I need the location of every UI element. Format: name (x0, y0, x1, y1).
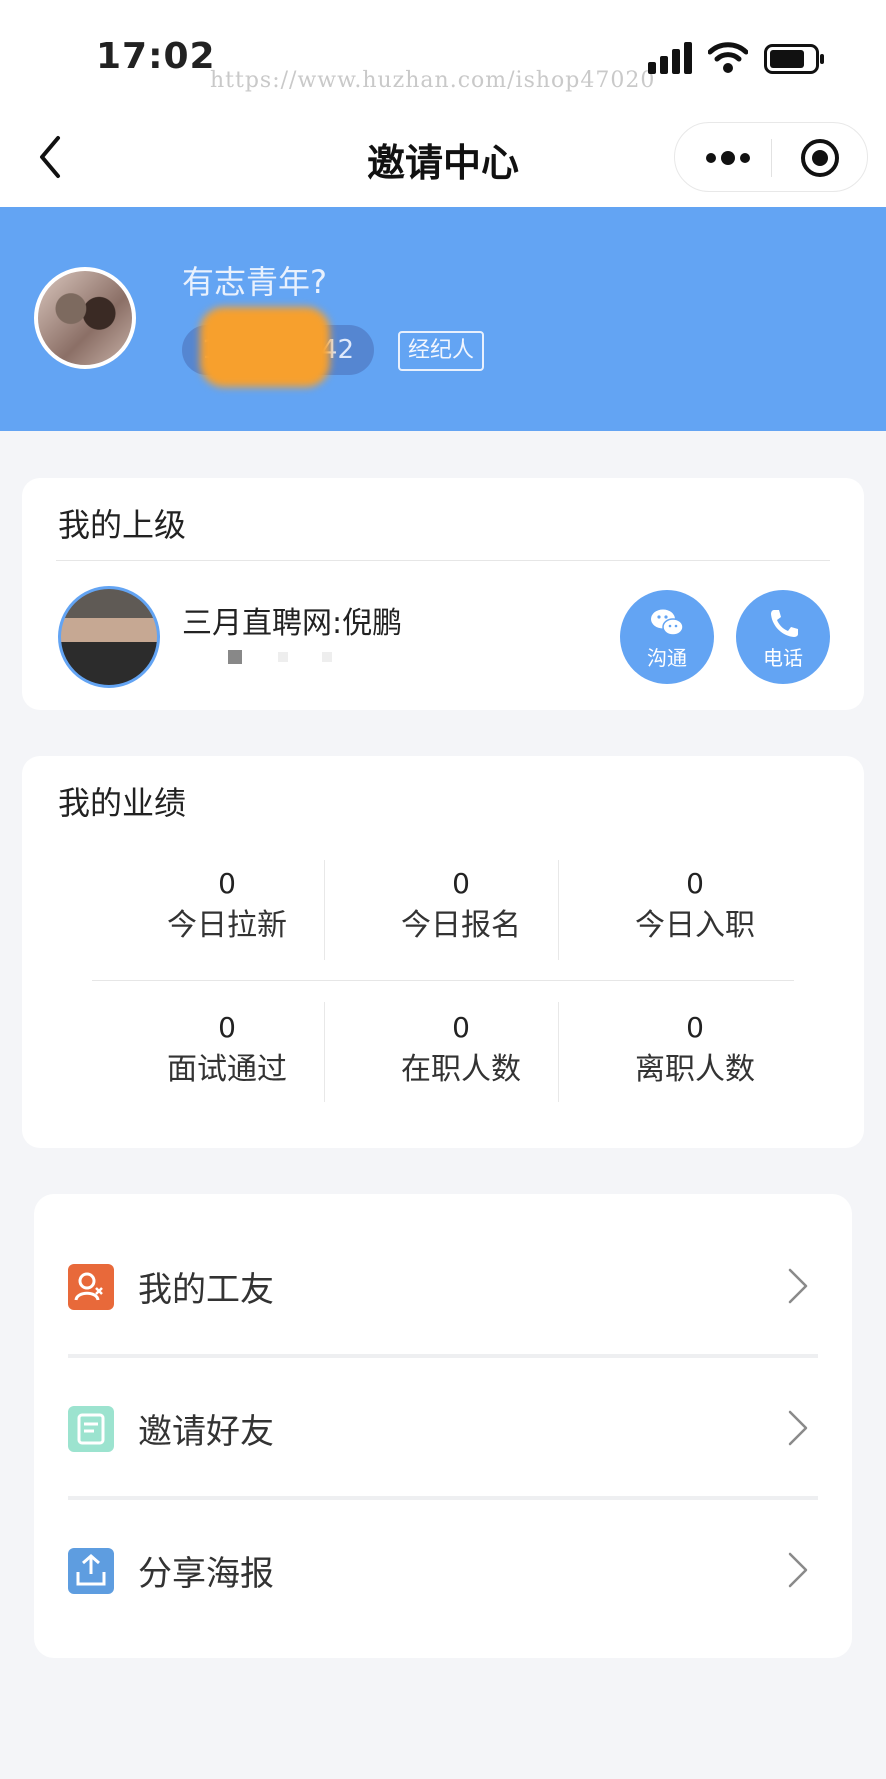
call-label: 电话 (763, 646, 803, 670)
stat-value: 0 (452, 1011, 470, 1044)
mini-program-capsule (674, 122, 868, 192)
stat-label: 在职人数 (401, 1052, 521, 1087)
performance-title: 我的业绩 (58, 784, 187, 822)
share-icon (68, 1548, 114, 1594)
superior-subtext-mask (278, 652, 288, 662)
phone-number: 1 42 (182, 307, 374, 387)
avatar[interactable] (34, 267, 136, 369)
stat-value: 0 (452, 867, 470, 900)
profile-banner: 有志青年? 1 42 经纪人 (0, 207, 886, 431)
chevron-right-icon (788, 1268, 808, 1304)
nav-bar: 邀请中心 (0, 110, 886, 207)
workmates-icon (68, 1264, 114, 1310)
call-button[interactable]: 电话 (736, 590, 830, 684)
stat-label: 今日入职 (635, 908, 755, 943)
stat-label: 今日报名 (401, 908, 521, 943)
superior-subtext-mask (228, 650, 242, 664)
user-name: 有志青年? (182, 263, 327, 301)
divider (56, 560, 830, 561)
status-time: 17:02 (96, 36, 216, 77)
stat-item: 0 今日拉新 (110, 864, 344, 948)
wechat-icon (651, 609, 684, 636)
menu-card: 我的工友 邀请好友 分享海报 (34, 1194, 852, 1658)
menu-item-workmates[interactable]: 我的工友 (34, 1214, 852, 1354)
menu-label: 邀请好友 (138, 1412, 274, 1452)
divider (324, 1002, 325, 1102)
stat-item: 0 今日报名 (344, 864, 578, 948)
stat-value: 0 (686, 867, 704, 900)
chat-label: 沟通 (647, 646, 687, 670)
chat-button[interactable]: 沟通 (620, 590, 714, 684)
menu-item-share-poster[interactable]: 分享海报 (34, 1498, 852, 1638)
wifi-icon (708, 42, 748, 73)
stat-label: 今日拉新 (167, 908, 287, 943)
superior-subtext-mask (322, 652, 332, 662)
stat-value: 0 (686, 1011, 704, 1044)
divider (558, 860, 559, 960)
stat-item: 0 在职人数 (344, 1008, 578, 1092)
superior-card: 我的上级 三月直聘网:倪鹏 沟通 电话 (22, 478, 864, 710)
invite-icon (68, 1406, 114, 1452)
capsule-divider (771, 139, 772, 177)
menu-item-invite[interactable]: 邀请好友 (34, 1356, 852, 1496)
performance-card: 我的业绩 0 今日拉新 0 今日报名 0 今日入职 0 面试通过 0 在职人数 … (22, 756, 864, 1148)
menu-label: 我的工友 (138, 1270, 274, 1310)
superior-title: 我的上级 (58, 506, 187, 544)
stat-item: 0 面试通过 (110, 1008, 344, 1092)
battery-icon (764, 44, 824, 74)
role-badge: 经纪人 (398, 331, 485, 371)
superior-name: 三月直聘网:倪鹏 (182, 606, 403, 641)
stat-label: 面试通过 (167, 1052, 287, 1087)
stat-value: 0 (218, 867, 236, 900)
chevron-right-icon (788, 1552, 808, 1588)
status-bar: 17:02 https://www.huzhan.com/ishop47020 (0, 0, 886, 110)
divider (324, 860, 325, 960)
superior-avatar (58, 586, 160, 688)
chevron-right-icon (788, 1410, 808, 1446)
menu-label: 分享海报 (138, 1554, 274, 1594)
more-icon[interactable] (703, 145, 753, 171)
target-icon[interactable] (799, 137, 841, 179)
watermark: https://www.huzhan.com/ishop47020 (210, 68, 656, 93)
signal-icon (648, 42, 692, 74)
stat-value: 0 (218, 1011, 236, 1044)
divider (558, 1002, 559, 1102)
stat-item: 0 离职人数 (578, 1008, 812, 1092)
privacy-mask (200, 307, 330, 387)
stat-label: 离职人数 (635, 1052, 755, 1087)
divider (92, 980, 794, 981)
stat-item: 0 今日入职 (578, 864, 812, 948)
phone-icon (771, 610, 798, 637)
